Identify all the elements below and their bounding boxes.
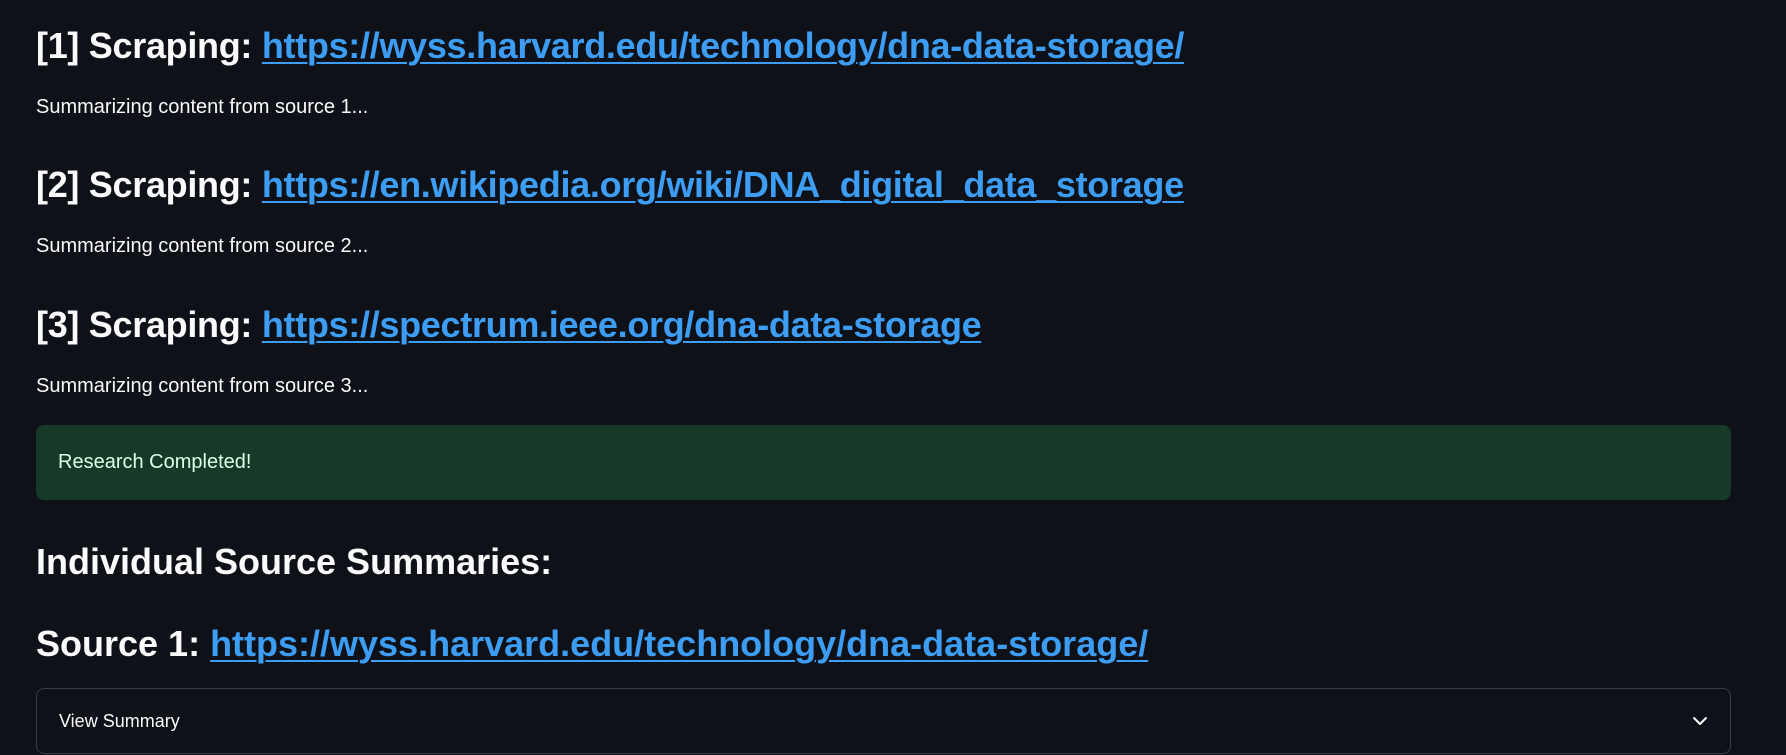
scrape-heading-1: [1] Scraping: https://wyss.harvard.edu/t…: [36, 24, 1184, 68]
summaries-title: Individual Source Summaries:: [36, 541, 553, 582]
view-summary-expander[interactable]: View Summary: [36, 688, 1731, 754]
source-heading-1: Source 1: https://wyss.harvard.edu/techn…: [36, 620, 1148, 668]
scrape-link-1[interactable]: https://wyss.harvard.edu/technology/dna-…: [262, 25, 1185, 66]
scrape-prefix: [2] Scraping:: [36, 164, 262, 205]
source-link-1[interactable]: https://wyss.harvard.edu/technology/dna-…: [210, 623, 1148, 664]
status-text-2: Summarizing content from source 2...: [36, 235, 369, 257]
scrape-heading-2: [2] Scraping: https://en.wikipedia.org/w…: [36, 163, 1184, 207]
scrape-prefix: [3] Scraping:: [36, 304, 262, 345]
scrape-prefix: [1] Scraping:: [36, 25, 262, 66]
success-message: Research Completed!: [58, 451, 252, 473]
scrape-link-2[interactable]: https://en.wikipedia.org/wiki/DNA_digita…: [262, 164, 1184, 205]
scrape-link-3[interactable]: https://spectrum.ieee.org/dna-data-stora…: [262, 304, 982, 345]
status-text-3: Summarizing content from source 3...: [36, 375, 369, 397]
status-text-1: Summarizing content from source 1...: [36, 96, 369, 118]
chevron-down-icon: [1690, 711, 1710, 731]
success-alert: Research Completed!: [36, 425, 1731, 500]
source-prefix: Source 1:: [36, 623, 211, 664]
expander-label: View Summary: [59, 710, 180, 731]
scrape-heading-3: [3] Scraping: https://spectrum.ieee.org/…: [36, 303, 982, 347]
